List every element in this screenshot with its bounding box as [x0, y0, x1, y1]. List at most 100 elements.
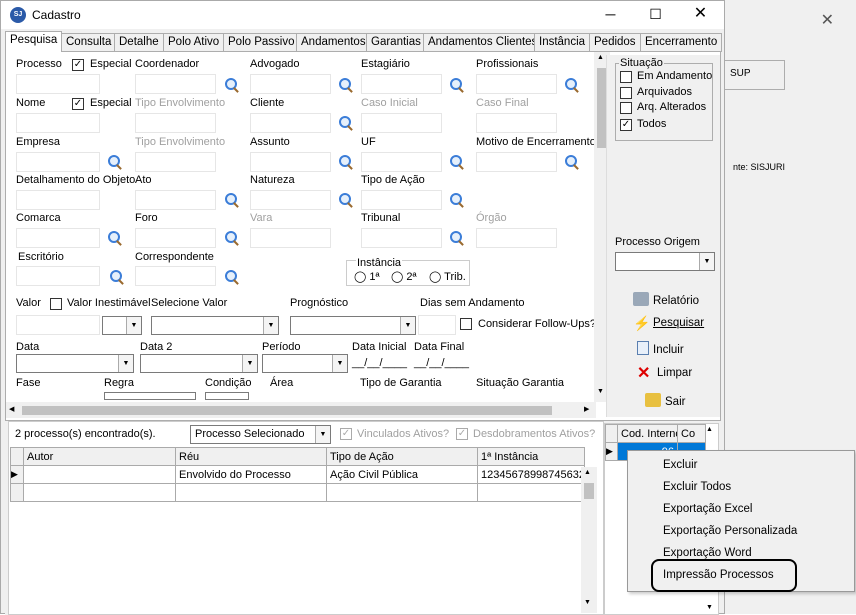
close-button[interactable]: ✕	[678, 1, 723, 29]
table-cell[interactable]	[23, 465, 176, 484]
valor-combo[interactable]: ▼	[102, 316, 142, 335]
tab-detalhe[interactable]: Detalhe	[114, 33, 164, 52]
incluir-button[interactable]: Incluir	[637, 341, 684, 356]
table-cell[interactable]: 1234567899874563215	[477, 465, 585, 484]
especial-nome-checkbox[interactable]: ✓	[72, 98, 84, 110]
tab-polo-passivo[interactable]: Polo Passivo	[223, 33, 300, 52]
uf-input[interactable]	[361, 152, 442, 172]
ato-search-icon[interactable]	[225, 193, 239, 207]
correspondente-input[interactable]	[135, 266, 216, 286]
column-header-cod-interno[interactable]: Cod. Interno	[617, 424, 678, 443]
table-cell[interactable]	[23, 483, 176, 502]
scroll-down-icon[interactable]: ▼	[584, 599, 591, 606]
selecione-valor-combo[interactable]: ▼	[151, 316, 279, 335]
minimize-button[interactable]: ─	[588, 1, 633, 29]
caso-final-input[interactable]	[476, 113, 557, 133]
data-combo[interactable]: ▼	[16, 354, 134, 373]
todos-checkbox[interactable]: ✓	[620, 119, 632, 131]
scroll-down-icon[interactable]: ▼	[706, 604, 713, 611]
periodo-combo[interactable]: ▼	[262, 354, 348, 373]
table-cell[interactable]	[326, 483, 478, 502]
desdobramentos-checkbox[interactable]: ✓	[456, 428, 468, 440]
table-cell[interactable]	[175, 483, 327, 502]
processo-selecionado-combo[interactable]: Processo Selecionado ▼	[190, 425, 331, 444]
data-final-input[interactable]: __/__/____	[414, 357, 469, 369]
detalhamento-input[interactable]	[16, 190, 100, 210]
pesquisar-button[interactable]: ⚡ Pesquisar	[633, 316, 704, 330]
tab-consulta[interactable]: Consulta	[61, 33, 117, 52]
valor-input[interactable]	[16, 315, 100, 335]
table-cell[interactable]: Ação Civil Pública	[326, 465, 478, 484]
uf-search-icon[interactable]	[450, 155, 464, 169]
regra-combo[interactable]	[104, 392, 196, 400]
menu-item-exportacao-excel[interactable]: Exportação Excel	[663, 503, 753, 515]
arq-alterados-checkbox[interactable]	[620, 102, 632, 114]
sair-button[interactable]: Sair	[645, 393, 685, 408]
scroll-up-icon[interactable]: ▲	[597, 54, 604, 61]
foro-search-icon[interactable]	[225, 231, 239, 245]
tab-encerramento[interactable]: Encerramento	[640, 33, 723, 52]
tipo-acao-input[interactable]	[361, 190, 442, 210]
limpar-button[interactable]: ✕ Limpar	[637, 366, 692, 382]
escritorio-input[interactable]	[16, 266, 100, 286]
correspondente-search-icon[interactable]	[225, 270, 239, 284]
relatorio-button[interactable]: Relatório	[633, 292, 699, 307]
valor-inestimavel-checkbox[interactable]	[50, 298, 62, 310]
instancia-2-radio[interactable]: ◯ 2ª	[391, 270, 417, 283]
tipo-envolvimento-input[interactable]	[135, 113, 216, 133]
column-header-co[interactable]: Co	[677, 424, 706, 443]
comarca-search-icon[interactable]	[108, 231, 122, 245]
ato-input[interactable]	[135, 190, 216, 210]
empresa-search-icon[interactable]	[108, 155, 122, 169]
column-header-autor[interactable]: Autor	[23, 447, 176, 466]
column-header-tipo-acao[interactable]: Tipo de Ação	[326, 447, 478, 466]
tab-pedidos[interactable]: Pedidos	[589, 33, 641, 52]
caso-inicial-input[interactable]	[361, 113, 442, 133]
tab-garantias[interactable]: Garantias	[366, 33, 426, 52]
data2-combo[interactable]: ▼	[140, 354, 258, 373]
especial-checkbox[interactable]: ✓	[72, 59, 84, 71]
advogado-input[interactable]	[250, 74, 331, 94]
column-header-reu[interactable]: Réu	[175, 447, 327, 466]
condicao-combo[interactable]	[205, 392, 249, 400]
assunto-input[interactable]	[250, 152, 331, 172]
tab-andamentos-clientes[interactable]: Andamentos Clientes	[423, 33, 543, 52]
table-row[interactable]	[10, 483, 585, 502]
results-vertical-scrollbar[interactable]: ▲ ▼	[581, 467, 597, 613]
coordenador-search-icon[interactable]	[225, 78, 239, 92]
coordenador-input[interactable]	[135, 74, 216, 94]
tab-andamentos[interactable]: Andamentos	[296, 33, 371, 52]
tab-instancia[interactable]: Instância	[534, 33, 591, 52]
foro-input[interactable]	[135, 228, 216, 248]
arquivados-checkbox[interactable]	[620, 87, 632, 99]
tribunal-search-icon[interactable]	[450, 231, 464, 245]
processo-input[interactable]	[16, 74, 100, 94]
scroll-down-icon[interactable]: ▼	[597, 388, 604, 395]
column-header-instancia[interactable]: 1ª Instância	[477, 447, 585, 466]
table-cell[interactable]	[477, 483, 585, 502]
scroll-thumb-h[interactable]	[22, 406, 552, 415]
assunto-search-icon[interactable]	[339, 155, 353, 169]
menu-item-excluir[interactable]: Excluir	[663, 459, 698, 471]
menu-item-excluir-todos[interactable]: Excluir Todos	[663, 481, 731, 493]
em-andamento-checkbox[interactable]	[620, 71, 632, 83]
instancia-trib-radio[interactable]: ◯ Trib.	[429, 270, 466, 283]
cliente-search-icon[interactable]	[339, 116, 353, 130]
vinculados-checkbox[interactable]: ✓	[340, 428, 352, 440]
cliente-input[interactable]	[250, 113, 331, 133]
profissionais-input[interactable]	[476, 74, 557, 94]
scroll-left-icon[interactable]: ◀	[9, 405, 14, 413]
comarca-input[interactable]	[16, 228, 100, 248]
considerar-followups-checkbox[interactable]	[460, 318, 472, 330]
tab-pesquisa[interactable]: Pesquisa	[5, 31, 63, 52]
dias-sem-andamento-input[interactable]	[418, 315, 456, 335]
scroll-right-icon[interactable]: ▶	[584, 405, 589, 413]
nome-input[interactable]	[16, 113, 100, 133]
empresa-input[interactable]	[16, 152, 100, 172]
maximize-button[interactable]: ☐	[633, 1, 678, 29]
instancia-1-radio[interactable]: ◯ 1ª	[354, 270, 380, 283]
orgao-input[interactable]	[476, 228, 557, 248]
tipo-envolvimento-2-input[interactable]	[135, 152, 216, 172]
estagiario-search-icon[interactable]	[450, 78, 464, 92]
scroll-up-icon[interactable]: ▲	[584, 469, 591, 476]
